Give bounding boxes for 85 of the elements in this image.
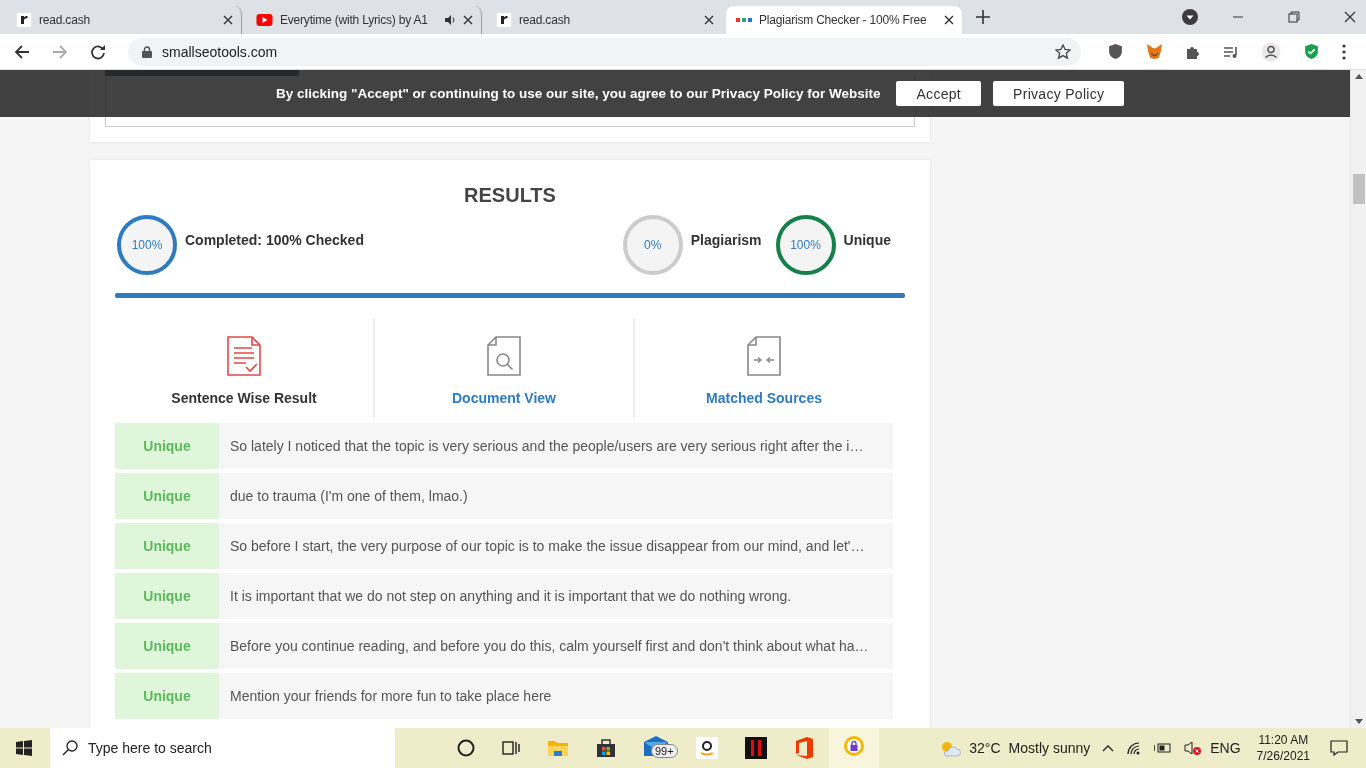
- tab-title: read.cash: [519, 13, 571, 27]
- profile-icon[interactable]: [1261, 41, 1281, 62]
- cortana-icon[interactable]: [457, 739, 475, 757]
- sentence-cell: So before I start, the very purpose of our topic is to make the issue disappear from our mind, and let'…: [219, 523, 893, 569]
- notification-icon[interactable]: [1330, 740, 1348, 756]
- shield-check-icon[interactable]: [1303, 43, 1320, 60]
- status-cell: Unique: [115, 473, 219, 519]
- view-tab[interactable]: Document View: [375, 318, 635, 418]
- scroll-down-icon[interactable]: [1354, 719, 1363, 724]
- shield-icon[interactable]: [1107, 43, 1124, 60]
- stat-label: Plagiarism: [690, 232, 762, 248]
- sentence-cell: due to trauma (I'm one of them, lmao.): [219, 473, 893, 519]
- tab-title: Everytime (with Lyrics) by A1: [280, 13, 429, 27]
- close-icon[interactable]: [223, 15, 233, 25]
- letter-r-icon: [496, 12, 512, 28]
- checked-document-icon: [226, 336, 262, 376]
- menu-icon[interactable]: [1342, 43, 1346, 60]
- language-indicator[interactable]: ENG: [1210, 740, 1241, 756]
- battery-icon[interactable]: [1154, 742, 1173, 754]
- lock-icon: [142, 45, 152, 58]
- dropdown-icon[interactable]: [1182, 9, 1198, 25]
- status-cell: Unique: [115, 523, 219, 569]
- chevron-up-icon[interactable]: [1102, 744, 1115, 752]
- windows-start-icon[interactable]: [16, 740, 32, 756]
- status-cell: Unique: [115, 673, 219, 719]
- star-icon[interactable]: [1055, 43, 1071, 60]
- clock-time[interactable]: 11:20 AM: [1258, 732, 1309, 748]
- browser-tab[interactable]: Plagiarism Checker - 100% Free: [726, 6, 962, 34]
- banner-button[interactable]: Accept: [896, 81, 982, 106]
- view-tab[interactable]: Sentence Wise Result: [115, 318, 375, 418]
- close-icon[interactable]: [944, 15, 954, 25]
- sentence-cell: Before you continue reading, and before you do this, calm yourself first and don't think about what ha…: [219, 623, 893, 669]
- document-arrows-icon: [746, 336, 782, 376]
- lock-badge-icon: [843, 735, 865, 757]
- percent-ring: 0%: [622, 215, 683, 275]
- search-placeholder: Type here to search: [88, 740, 212, 756]
- cookie-message: By clicking "Accept" or continuing to use our site, you agree to our Privacy Policy for Website: [276, 86, 881, 101]
- temperature[interactable]: 32°C: [969, 740, 1001, 756]
- new-tab-icon[interactable]: [976, 10, 990, 24]
- play-icon: [256, 14, 273, 26]
- sentence-cell: So lately I noticed that the topic is very serious and the people/users are very serious right after the i…: [219, 423, 893, 469]
- scroll-thumb[interactable]: [1352, 174, 1365, 204]
- stat-label: Completed: 100% Checked: [185, 232, 364, 248]
- view-tab[interactable]: Matched Sources: [635, 318, 893, 418]
- office-icon[interactable]: [794, 737, 814, 759]
- shopping-app-icon[interactable]: [696, 737, 718, 759]
- site-logo-icon: [736, 16, 752, 24]
- restore-icon[interactable]: [1288, 11, 1300, 23]
- status-cell: Unique: [115, 423, 219, 469]
- reload-icon[interactable]: [90, 43, 106, 60]
- letter-r-icon: [16, 12, 32, 28]
- banner-button[interactable]: Privacy Policy: [993, 81, 1125, 106]
- scroll-up-icon[interactable]: [1354, 74, 1363, 79]
- url-text: smallseotools.com: [162, 43, 278, 60]
- notification-badge: 99+: [651, 744, 678, 758]
- status-cell: Unique: [115, 573, 219, 619]
- close-icon[interactable]: [1344, 11, 1356, 23]
- document-search-icon: [486, 336, 522, 376]
- active-app[interactable]: [829, 726, 879, 768]
- scrollbar[interactable]: [1350, 70, 1366, 728]
- shopping-bag-icon[interactable]: [596, 738, 616, 758]
- close-icon[interactable]: [463, 15, 473, 25]
- percent-ring: 100%: [775, 215, 836, 275]
- results-heading: RESULTS: [463, 184, 557, 207]
- percent-ring: 100%: [117, 215, 177, 275]
- speaker-icon[interactable]: [444, 14, 456, 26]
- back-icon[interactable]: [14, 43, 30, 60]
- weather-text[interactable]: Mostly sunny: [1008, 740, 1091, 756]
- sentence-cell: It is important that we do not step on anything and it is important that we do nothing wrong.: [219, 573, 893, 619]
- tab-title: Plagiarism Checker - 100% Free: [759, 13, 928, 27]
- sentence-cell: Mention your friends for more fun to take place here: [219, 673, 893, 719]
- muted-speaker-icon[interactable]: [1184, 741, 1203, 755]
- folder-icon[interactable]: [547, 738, 569, 758]
- tab-title: read.cash: [39, 13, 91, 27]
- taskbar-search-field[interactable]: Type here to search: [50, 728, 395, 768]
- clock-date[interactable]: 7/26/2021: [1256, 748, 1310, 764]
- status-cell: Unique: [115, 623, 219, 669]
- address-bar[interactable]: smallseotools.com: [128, 37, 1081, 66]
- stat-label: Unique: [843, 232, 891, 248]
- fox-icon[interactable]: [1146, 43, 1163, 60]
- task-view-icon[interactable]: [502, 739, 520, 757]
- browser-tab[interactable]: read.cash: [486, 6, 722, 34]
- search-icon: [62, 740, 78, 756]
- streaming-app-icon[interactable]: [745, 737, 767, 759]
- close-icon[interactable]: [704, 15, 714, 25]
